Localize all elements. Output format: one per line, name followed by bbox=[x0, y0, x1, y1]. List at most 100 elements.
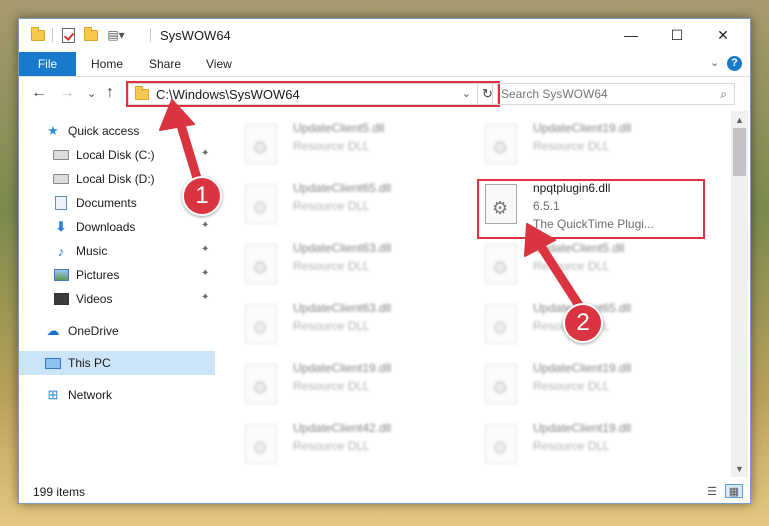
properties-icon[interactable] bbox=[59, 26, 77, 44]
file-name: UpdateClient5.dll bbox=[533, 241, 625, 255]
search-box[interactable]: ⌕ bbox=[492, 83, 735, 105]
file-type: Resource DLL bbox=[533, 439, 610, 453]
sidebar-item-label: Downloads bbox=[76, 220, 136, 234]
address-highlight-box bbox=[126, 81, 500, 107]
sidebar-item-onedrive[interactable]: ☁ OneDrive bbox=[45, 320, 119, 342]
file-name: UpdateClient63.dll bbox=[293, 301, 392, 315]
list-item[interactable]: ⚙ UpdateClient63.dll Resource DLL bbox=[235, 299, 461, 351]
list-item[interactable]: ⚙ UpdateClient42.dll Resource DLL bbox=[235, 419, 461, 471]
recent-locations-button[interactable]: ⌄ bbox=[87, 87, 96, 100]
close-button[interactable]: ✕ bbox=[700, 19, 746, 51]
file-type: Resource DLL bbox=[293, 139, 370, 153]
up-button[interactable]: ↑ bbox=[106, 84, 114, 102]
help-icon[interactable]: ? bbox=[727, 56, 742, 71]
explorer-window: ▤▾ SysWOW64 — ☐ ✕ File Home Share View ⌄… bbox=[18, 18, 751, 504]
list-item[interactable]: ⚙ UpdateClient65.dll Resource DLL bbox=[235, 179, 461, 231]
sidebar-item-label: OneDrive bbox=[68, 324, 119, 338]
ribbon-tabs: File Home Share View ⌄ ? bbox=[19, 51, 750, 77]
dll-file-icon: ⚙ bbox=[245, 124, 277, 164]
list-item[interactable]: ⚙ UpdateClient19.dll Resource DLL bbox=[475, 119, 701, 171]
step-2-badge: 2 bbox=[563, 303, 603, 343]
pin-icon[interactable]: ✦ bbox=[201, 244, 209, 255]
pin-icon[interactable]: ✦ bbox=[201, 292, 209, 303]
disk-icon bbox=[53, 148, 69, 162]
file-type: Resource DLL bbox=[293, 439, 370, 453]
file-name: UpdateClient19.dll bbox=[533, 121, 632, 135]
file-type: Resource DLL bbox=[533, 259, 610, 273]
sidebar-item-downloads[interactable]: ⬇ Downloads bbox=[53, 216, 136, 238]
list-item[interactable]: ⚙ UpdateClient5.dll Resource DLL bbox=[235, 119, 461, 171]
ribbon-expand-icon[interactable]: ⌄ bbox=[710, 56, 719, 69]
list-item[interactable]: ⚙ UpdateClient19.dll Resource DLL bbox=[235, 359, 461, 411]
sidebar-item-documents[interactable]: Documents bbox=[53, 192, 137, 214]
sidebar-item-label: Pictures bbox=[76, 268, 120, 282]
dll-file-icon: ⚙ bbox=[485, 124, 517, 164]
search-icon: ⌕ bbox=[720, 87, 727, 101]
sidebar-item-local-disk-c[interactable]: Local Disk (C:) bbox=[53, 144, 155, 166]
sidebar-item-local-disk-d[interactable]: Local Disk (D:) bbox=[53, 168, 155, 190]
title-bar: ▤▾ SysWOW64 — ☐ ✕ bbox=[19, 19, 750, 51]
forward-button[interactable]: → bbox=[59, 84, 75, 102]
new-folder-icon[interactable] bbox=[82, 26, 100, 44]
list-item[interactable]: ⚙ UpdateClient19.dll Resource DLL bbox=[475, 359, 701, 411]
folder-icon[interactable] bbox=[29, 26, 47, 44]
scroll-thumb[interactable] bbox=[733, 128, 746, 176]
dll-file-icon: ⚙ bbox=[245, 184, 277, 224]
file-type: Resource DLL bbox=[293, 379, 370, 393]
window-title: SysWOW64 bbox=[160, 28, 231, 43]
vertical-scrollbar[interactable]: ▲ ▼ bbox=[731, 111, 748, 477]
list-item[interactable]: ⚙ UpdateClient19.dll Resource DLL bbox=[475, 419, 701, 471]
customize-icon[interactable]: ▤▾ bbox=[105, 26, 127, 44]
sidebar-item-this-pc[interactable]: This PC bbox=[45, 352, 111, 374]
sidebar-item-network[interactable]: ⊞ Network bbox=[45, 384, 112, 406]
sidebar-item-music[interactable]: ♪ Music bbox=[53, 240, 108, 262]
pin-icon[interactable]: ✦ bbox=[201, 268, 209, 279]
cloud-icon: ☁ bbox=[46, 323, 60, 338]
large-icons-view-icon[interactable]: ▦ bbox=[725, 484, 743, 498]
file-type: Resource DLL bbox=[533, 139, 610, 153]
dll-file-icon: ⚙ bbox=[485, 424, 517, 464]
tab-view[interactable]: View bbox=[206, 57, 232, 71]
details-view-icon[interactable]: ☰ bbox=[703, 484, 721, 498]
sidebar-item-label: Documents bbox=[76, 196, 137, 210]
dll-file-icon: ⚙ bbox=[485, 244, 517, 284]
sidebar-item-label: This PC bbox=[68, 356, 111, 370]
sidebar-item-label: Music bbox=[76, 244, 108, 258]
sidebar-item-pictures[interactable]: Pictures bbox=[53, 264, 119, 286]
sidebar-item-label: Quick access bbox=[68, 124, 140, 138]
search-input[interactable] bbox=[493, 84, 693, 104]
file-name: UpdateClient65.dll bbox=[293, 181, 392, 195]
sidebar-item-quick-access[interactable]: ★ Quick access bbox=[45, 120, 139, 142]
list-item[interactable]: ⚙ UpdateClient63.dll Resource DLL bbox=[235, 239, 461, 291]
dll-file-icon: ⚙ bbox=[245, 424, 277, 464]
sidebar-item-label: Local Disk (C:) bbox=[76, 148, 155, 162]
minimize-button[interactable]: — bbox=[608, 19, 654, 51]
back-button[interactable]: ← bbox=[31, 84, 47, 102]
file-name: UpdateClient19.dll bbox=[533, 361, 632, 375]
list-item[interactable]: ⚙ UpdateClient5.dll Resource DLL bbox=[475, 239, 701, 291]
download-icon: ⬇ bbox=[55, 219, 67, 234]
sidebar-item-label: Network bbox=[68, 388, 113, 402]
maximize-button[interactable]: ☐ bbox=[654, 19, 700, 51]
computer-icon bbox=[45, 356, 61, 370]
music-icon: ♪ bbox=[57, 243, 65, 259]
tab-home[interactable]: Home bbox=[91, 57, 123, 71]
disk-icon bbox=[53, 172, 69, 186]
network-icon: ⊞ bbox=[47, 387, 59, 402]
file-highlight-box bbox=[477, 179, 705, 239]
file-name: UpdateClient5.dll bbox=[293, 121, 385, 135]
scroll-down-icon[interactable]: ▼ bbox=[731, 460, 748, 477]
file-type: Resource DLL bbox=[293, 259, 370, 273]
pin-icon[interactable]: ✦ bbox=[201, 148, 209, 159]
pictures-icon bbox=[53, 268, 69, 282]
pin-icon[interactable]: ✦ bbox=[201, 220, 209, 231]
dll-file-icon: ⚙ bbox=[245, 244, 277, 284]
scroll-up-icon[interactable]: ▲ bbox=[731, 111, 748, 128]
file-name: UpdateClient42.dll bbox=[293, 421, 392, 435]
dll-file-icon: ⚙ bbox=[245, 304, 277, 344]
status-bar: 199 items ☰ ▦ bbox=[19, 481, 750, 503]
tab-share[interactable]: Share bbox=[149, 57, 181, 71]
tab-file[interactable]: File bbox=[19, 52, 76, 76]
file-type: Resource DLL bbox=[533, 379, 610, 393]
sidebar-item-videos[interactable]: Videos bbox=[53, 288, 112, 310]
